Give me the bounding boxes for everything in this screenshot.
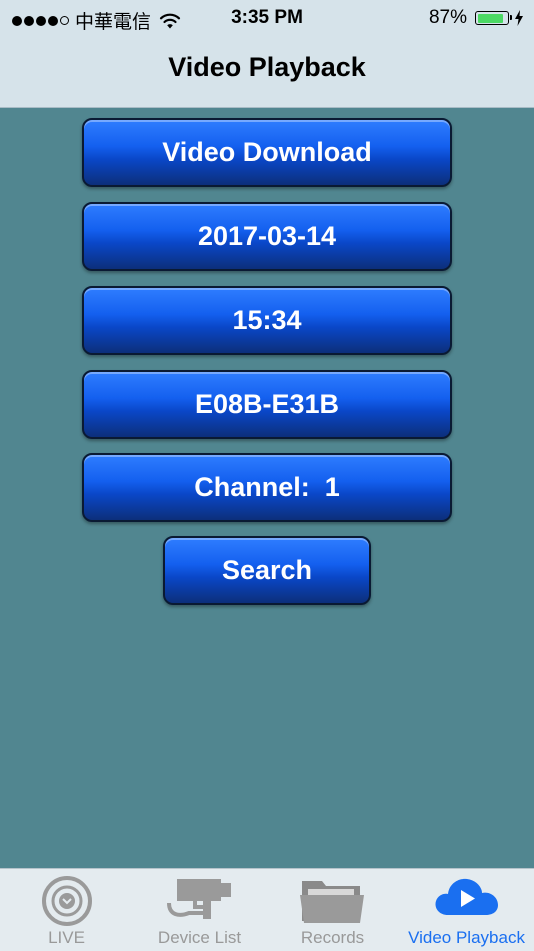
tab-video-playback-label: Video Playback <box>408 928 525 947</box>
tab-video-playback[interactable]: Video Playback <box>399 869 534 951</box>
battery-percent: 87% <box>428 7 467 28</box>
battery-icon <box>475 11 512 25</box>
status-right: 87% <box>429 7 524 29</box>
camera-icon <box>166 879 231 919</box>
tab-device-list[interactable]: Device List <box>133 869 266 951</box>
cloud-play-icon <box>435 878 498 915</box>
tab-live[interactable]: LIVE <box>0 869 133 951</box>
search-button[interactable]: Search <box>163 536 371 605</box>
header: 中華電信 3:35 PM 87% Video Playback <box>0 0 534 108</box>
channel-label: Channel: 1 <box>194 472 340 502</box>
tab-live-label: LIVE <box>48 928 85 947</box>
live-icon <box>41 876 92 926</box>
tab-bar: LIVE Device List Records Video Playback <box>0 868 534 951</box>
status-bar: 中華電信 3:35 PM 87% <box>0 0 534 36</box>
charging-bolt-icon <box>515 10 523 26</box>
tab-records-label: Records <box>300 928 365 947</box>
video-download-button[interactable]: Video Download <box>82 118 452 187</box>
page-title: Video Playback <box>168 52 366 82</box>
tab-device-list-label: Device List <box>157 928 242 947</box>
date-picker-button[interactable]: 2017-03-14 <box>82 202 452 271</box>
channel-select-button[interactable]: Channel: 1 <box>82 453 452 522</box>
tab-records[interactable]: Records <box>266 869 399 951</box>
folder-icon <box>299 881 364 923</box>
range-select-button[interactable]: E08B-E31B <box>82 370 452 439</box>
time-picker-button[interactable]: 15:34 <box>82 286 452 355</box>
